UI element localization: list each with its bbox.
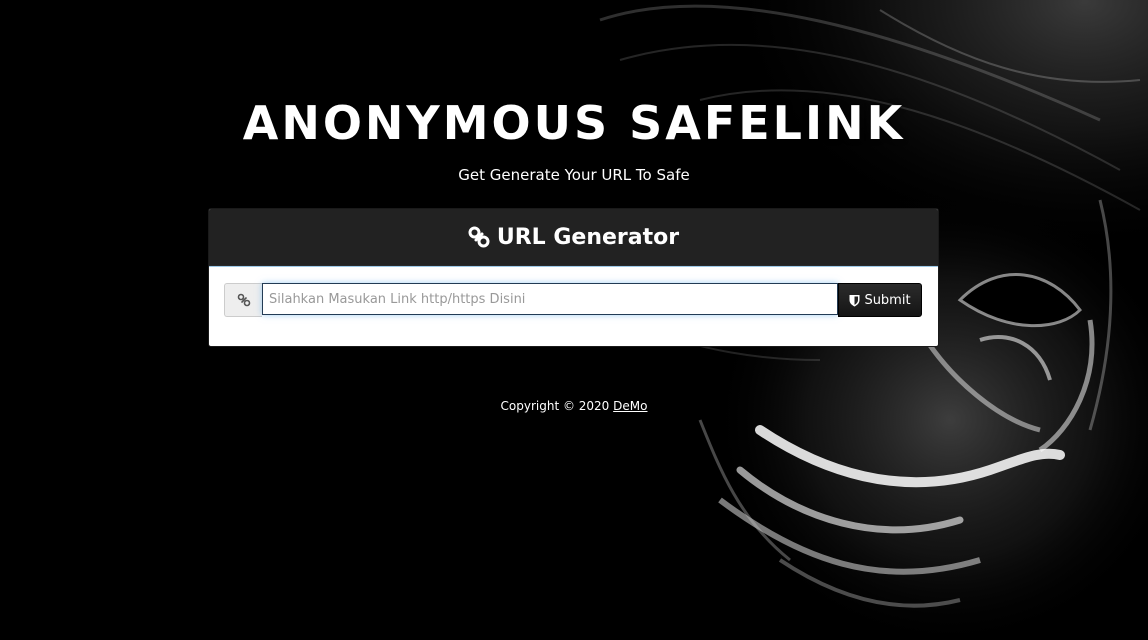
url-generator-panel: URL Generator Silahkan Masukan Link http…: [208, 208, 939, 347]
page-subtitle: Get Generate Your URL To Safe: [458, 166, 690, 184]
panel-heading: URL Generator: [209, 209, 938, 266]
link-icon: [468, 226, 490, 248]
panel-body: Submit: [209, 266, 938, 346]
url-input[interactable]: [262, 283, 838, 315]
submit-button[interactable]: Submit: [838, 283, 922, 317]
submit-button-label: Submit: [864, 292, 911, 308]
copyright-text: Copyright © 2020: [500, 399, 610, 413]
page-title: ANONYMOUS SAFELINK: [242, 96, 906, 150]
url-input-group: Submit: [224, 283, 922, 317]
page: ANONYMOUS SAFELINK Get Generate Your URL…: [0, 0, 1148, 640]
footer: Copyright © 2020 DeMo: [0, 399, 1148, 413]
footer-link[interactable]: DeMo: [613, 399, 647, 413]
shield-icon: [849, 294, 860, 307]
panel-heading-label: URL Generator: [496, 224, 680, 250]
link-icon: [224, 283, 262, 317]
